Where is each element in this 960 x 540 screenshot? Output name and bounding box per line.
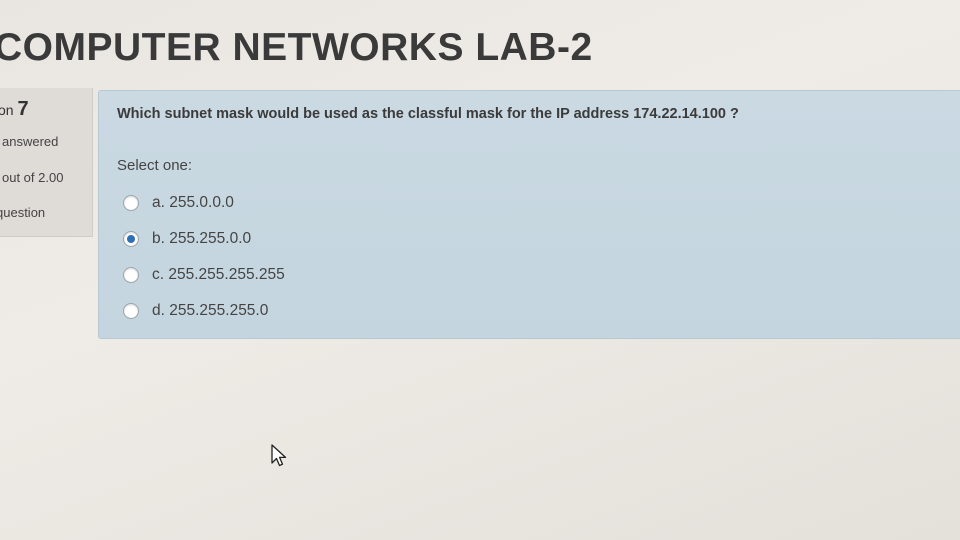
pointer-cursor-icon xyxy=(271,444,287,467)
radio-a[interactable] xyxy=(123,195,139,211)
radio-d[interactable] xyxy=(123,303,139,319)
radio-c[interactable] xyxy=(123,267,139,283)
question-info-panel: on 7 answered out of 2.00 question xyxy=(0,88,93,237)
flag-question-label: question xyxy=(0,205,46,220)
question-number-value: 7 xyxy=(17,98,29,120)
question-number: on 7 xyxy=(0,98,29,121)
answer-option-d[interactable]: d. 255.255.255.0 xyxy=(123,293,285,329)
radio-b[interactable] xyxy=(123,231,139,247)
select-prompt: Select one: xyxy=(117,157,193,174)
answer-list: a. 255.0.0.0 b. 255.255.0.0 c. 255.255.2… xyxy=(123,185,285,329)
answer-label-d: d. 255.255.255.0 xyxy=(152,302,269,319)
answer-label-c: c. 255.255.255.255 xyxy=(152,266,285,283)
answer-option-b[interactable]: b. 255.255.0.0 xyxy=(123,221,285,257)
answer-label-b: b. 255.255.0.0 xyxy=(152,230,252,247)
answer-option-a[interactable]: a. 255.0.0.0 xyxy=(123,185,285,221)
page-title: COMPUTER NETWORKS LAB-2 xyxy=(0,26,593,69)
flag-question-link[interactable]: question xyxy=(0,205,45,220)
answer-option-c[interactable]: c. 255.255.255.255 xyxy=(123,257,285,293)
question-content: Which subnet mask would be used as the c… xyxy=(98,90,960,339)
question-grade: out of 2.00 xyxy=(2,170,64,185)
question-state: answered xyxy=(2,134,59,149)
question-number-prefix: on xyxy=(0,102,14,118)
question-text: Which subnet mask would be used as the c… xyxy=(117,106,739,122)
answer-label-a: a. 255.0.0.0 xyxy=(152,194,234,211)
